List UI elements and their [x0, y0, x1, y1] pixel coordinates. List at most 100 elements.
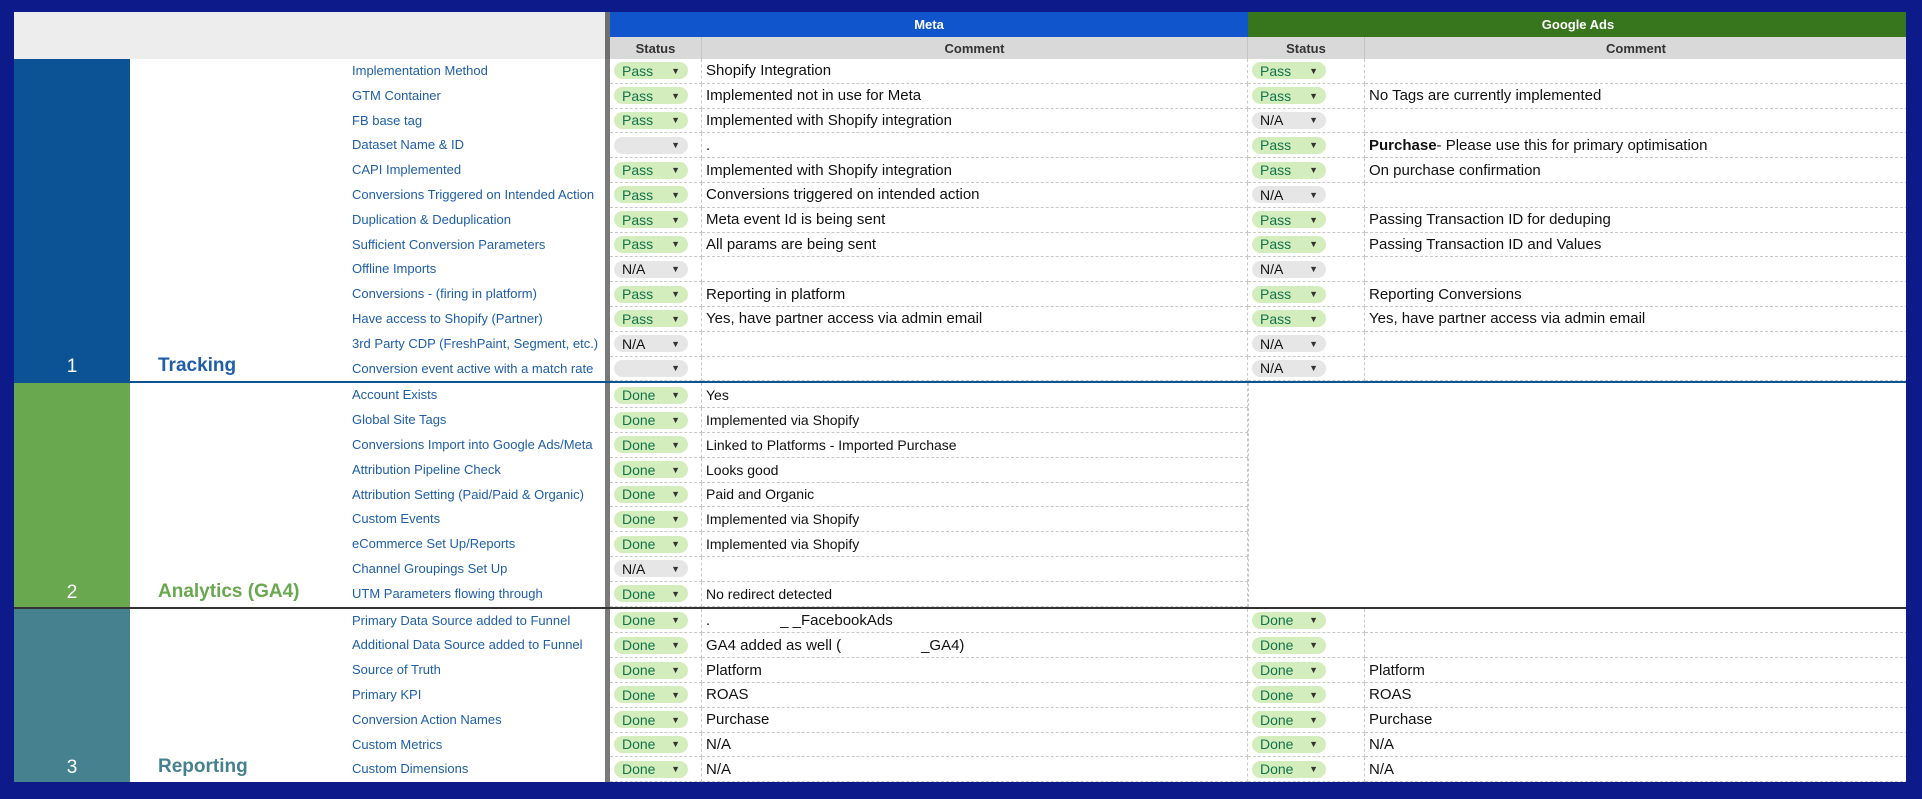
gads-comment-cell[interactable] [1365, 257, 1906, 283]
gads-status-cell[interactable]: Done ▼ [1248, 757, 1365, 782]
meta-status-cell[interactable]: Done ▼ [610, 581, 702, 607]
gads-status-cell[interactable]: Pass ▼ [1248, 59, 1365, 84]
meta-comment-cell[interactable]: Shopify Integration [702, 59, 1248, 84]
gads-comment-cell[interactable] [1365, 59, 1906, 84]
gads-comment-cell[interactable]: Passing Transaction ID for deduping [1365, 208, 1906, 233]
gads-status-dropdown[interactable]: N/A ▼ [1252, 111, 1326, 129]
meta-status-cell[interactable]: Done ▼ [610, 608, 702, 634]
meta-status-dropdown[interactable]: ▼ [614, 136, 688, 154]
meta-status-cell[interactable]: Done ▼ [610, 408, 702, 433]
meta-status-cell[interactable]: Pass ▼ [610, 306, 702, 332]
gads-status-cell[interactable]: Pass ▼ [1248, 207, 1365, 233]
gads-comment-cell[interactable] [1365, 609, 1906, 634]
gads-comment-cell[interactable]: Yes, have partner access via admin email [1365, 307, 1906, 332]
gads-comment-cell[interactable] [1365, 357, 1906, 382]
gads-comment-cell[interactable] [1365, 109, 1906, 134]
meta-comment-cell[interactable]: GA4 added as well (_GA4) [702, 633, 1248, 659]
meta-comment-cell[interactable]: . [702, 133, 1248, 159]
gads-status-cell[interactable]: Pass ▼ [1248, 306, 1365, 332]
gads-comment-cell[interactable]: Passing Transaction ID and Values [1365, 233, 1906, 258]
meta-comment-cell[interactable]: Implemented with Shopify integration [702, 108, 1248, 134]
gads-status-cell[interactable]: N/A ▼ [1248, 182, 1365, 208]
gads-status-cell[interactable]: N/A ▼ [1248, 331, 1365, 357]
meta-status-cell[interactable]: ▼ [610, 133, 702, 159]
gads-status-dropdown[interactable]: Done ▼ [1252, 636, 1326, 654]
gads-comment-cell[interactable] [1365, 332, 1906, 357]
row-label[interactable]: Conversion event active with a match rat… [330, 357, 605, 382]
row-label[interactable]: Conversion Action Names [330, 708, 605, 733]
meta-status-dropdown[interactable]: Done ▼ [614, 585, 688, 603]
row-label[interactable]: FB base tag [330, 109, 605, 134]
meta-status-dropdown[interactable]: Pass ▼ [614, 285, 688, 303]
meta-comment-cell[interactable]: Yes, have partner access via admin email [702, 306, 1248, 332]
gads-comment-cell[interactable] [1365, 633, 1906, 659]
meta-status-cell[interactable]: Pass ▼ [610, 108, 702, 134]
meta-status-dropdown[interactable]: Done ▼ [614, 411, 688, 429]
meta-status-cell[interactable]: Done ▼ [610, 383, 702, 409]
meta-status-cell[interactable]: Done ▼ [610, 682, 702, 708]
meta-comment-cell[interactable]: Linked to Platforms - Imported Purchase [702, 432, 1248, 458]
meta-status-cell[interactable]: Done ▼ [610, 658, 702, 683]
meta-status-cell[interactable]: ▼ [610, 356, 702, 382]
row-label[interactable]: GTM Container [330, 84, 605, 109]
gads-status-cell[interactable]: Pass ▼ [1248, 83, 1365, 109]
row-label[interactable]: Conversions Import into Google Ads/Meta [330, 433, 605, 458]
meta-status-dropdown[interactable]: Done ▼ [614, 461, 688, 479]
row-label[interactable]: Primary Data Source added to Funnel [330, 609, 605, 634]
gads-status-dropdown[interactable]: Pass ▼ [1252, 62, 1326, 80]
row-label[interactable]: Duplication & Deduplication [330, 208, 605, 233]
row-label[interactable]: Attribution Pipeline Check [330, 458, 605, 483]
gads-status-dropdown[interactable]: Done ▼ [1252, 760, 1326, 778]
gads-status-cell[interactable]: Done ▼ [1248, 682, 1365, 708]
meta-comment-cell[interactable]: Implemented not in use for Meta [702, 83, 1248, 109]
gads-status-dropdown[interactable]: N/A ▼ [1252, 359, 1326, 377]
meta-status-cell[interactable]: Done ▼ [610, 532, 702, 557]
meta-comment-cell[interactable]: Implemented via Shopify [702, 408, 1248, 433]
gads-status-cell[interactable]: Done ▼ [1248, 608, 1365, 634]
meta-comment-cell[interactable]: ROAS [702, 682, 1248, 708]
meta-comment-cell[interactable]: N/A [702, 732, 1248, 758]
gads-status-dropdown[interactable]: Pass ▼ [1252, 285, 1326, 303]
gads-status-cell[interactable]: N/A ▼ [1248, 257, 1365, 283]
row-label[interactable]: Implementation Method [330, 59, 605, 84]
row-label[interactable]: Channel Groupings Set Up [330, 557, 605, 582]
row-label[interactable]: Dataset Name & ID [330, 133, 605, 158]
meta-status-cell[interactable]: N/A ▼ [610, 331, 702, 357]
meta-status-dropdown[interactable]: Pass ▼ [614, 310, 688, 328]
row-label[interactable]: 3rd Party CDP (FreshPaint, Segment, etc.… [330, 332, 605, 357]
gads-comment-cell[interactable]: Purchase [1365, 708, 1906, 733]
gads-status-dropdown[interactable]: Done ▼ [1252, 735, 1326, 753]
meta-status-cell[interactable]: Done ▼ [610, 757, 702, 782]
meta-status-cell[interactable]: N/A ▼ [610, 257, 702, 283]
gads-status-cell[interactable]: N/A ▼ [1248, 356, 1365, 382]
meta-status-dropdown[interactable]: Done ▼ [614, 535, 688, 553]
row-label[interactable]: Primary KPI [330, 683, 605, 708]
gads-status-dropdown[interactable]: Done ▼ [1252, 711, 1326, 729]
row-label[interactable]: Offline Imports [330, 257, 605, 282]
meta-status-dropdown[interactable]: Done ▼ [614, 510, 688, 528]
meta-status-dropdown[interactable]: Done ▼ [614, 760, 688, 778]
row-label[interactable]: Attribution Setting (Paid/Paid & Organic… [330, 483, 605, 508]
meta-comment-cell[interactable]: Paid and Organic [702, 482, 1248, 508]
meta-status-cell[interactable]: Pass ▼ [610, 232, 702, 258]
gads-comment-cell[interactable]: ROAS [1365, 683, 1906, 708]
gads-comment-cell[interactable]: N/A [1365, 733, 1906, 758]
gads-comment-cell[interactable]: N/A [1365, 757, 1906, 782]
meta-status-cell[interactable]: Pass ▼ [610, 83, 702, 109]
gads-status-cell[interactable]: Pass ▼ [1248, 133, 1365, 159]
meta-comment-cell[interactable]: . _ _FacebookAds [702, 608, 1248, 634]
meta-status-cell[interactable]: Done ▼ [610, 732, 702, 758]
meta-status-cell[interactable]: Done ▼ [610, 457, 702, 483]
row-label[interactable]: Account Exists [330, 383, 605, 408]
meta-status-dropdown[interactable]: Done ▼ [614, 686, 688, 704]
gads-status-dropdown[interactable]: Done ▼ [1252, 611, 1326, 629]
meta-status-cell[interactable]: Done ▼ [610, 633, 702, 659]
meta-status-cell[interactable]: Done ▼ [610, 482, 702, 508]
gads-status-dropdown[interactable]: Done ▼ [1252, 686, 1326, 704]
row-label[interactable]: eCommerce Set Up/Reports [330, 532, 605, 557]
gads-status-dropdown[interactable]: N/A ▼ [1252, 260, 1326, 278]
meta-status-dropdown[interactable]: Pass ▼ [614, 111, 688, 129]
gads-status-dropdown[interactable]: Pass ▼ [1252, 211, 1326, 229]
gads-status-dropdown[interactable]: Pass ▼ [1252, 136, 1326, 154]
meta-comment-cell[interactable] [702, 556, 1248, 582]
